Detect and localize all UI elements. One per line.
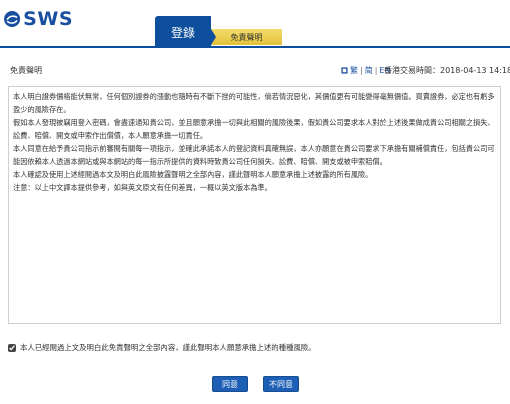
logo-text: SWS [23,8,73,30]
agree-checkbox-label: 本人已經閱過上文及明白此免責聲明之全部內容，謹此聲明本人願意承擔上述的種種風險。 [20,343,316,352]
lang-separator: | [360,66,363,75]
header: SWS 登錄 免責聲明 [0,0,510,48]
tab-disclaimer[interactable]: 免責聲明 [211,29,282,45]
agree-button[interactable]: 同意 [212,376,248,392]
agree-checkbox-row[interactable]: 本人已經閱過上文及明白此免責聲明之全部內容，謹此聲明本人願意承擔上述的種種風險。 [8,342,316,353]
lang-simplified-link[interactable]: 简 [365,65,373,76]
disclaimer-page: SWS 登錄 免責聲明 免責聲明 繁 | 简 | EN 香港交易時間：2018-… [0,0,510,404]
language-icon [341,67,348,74]
page-title: 免責聲明 [10,66,42,75]
agree-checkbox[interactable] [8,343,16,352]
disclaimer-paragraph: 注意：以上中文譯本提供參考，如與英文原文有任何差異，一概以英文版本為準。 [13,183,272,192]
disclaimer-paragraph: 本人明白證券價格能伏無常，任何個別證券的漲動也隨時有不斷下挫的可能性，倘若情況惡… [13,92,495,114]
sub-header: 免責聲明 繁 | 简 | EN 香港交易時間：2018-04-13 14:18:… [0,60,510,80]
lang-separator: | [374,66,378,75]
tab-arrow-decoration [211,29,216,45]
header-divider [0,46,510,48]
hk-time-label: 香港交易時間： [384,66,440,75]
sws-logo: SWS [3,6,73,32]
hk-trading-time: 香港交易時間：2018-04-13 14:18:29 [384,65,510,76]
sws-logo-icon [4,10,21,28]
lang-traditional-link[interactable]: 繁 [350,65,358,76]
hk-time-value: 2018-04-13 14:18:29 [440,66,510,75]
disclaimer-paragraph: 假如本人發現被竊用登入密碼，會盡速通知貴公司，並且願意承擔一切與此相關的風險後果… [13,118,495,140]
disclaimer-text-box[interactable]: 本人明白證券價格能伏無常，任何個別證券的漲動也隨時有不斷下挫的可能性，倘若情況惡… [8,86,501,324]
disclaimer-paragraph: 本人確認及使用上述經閱過本文及明白此風險披露聲明之全部內容，謹此聲明本人願意承擔… [13,170,373,179]
tab-login[interactable]: 登錄 [155,16,211,48]
disagree-button[interactable]: 不同意 [263,376,299,392]
disclaimer-paragraph: 本人同意在給予貴公司指示前審閱有關每一項指示，並確此承諾本人的登記資料真確無誤，… [13,144,495,166]
